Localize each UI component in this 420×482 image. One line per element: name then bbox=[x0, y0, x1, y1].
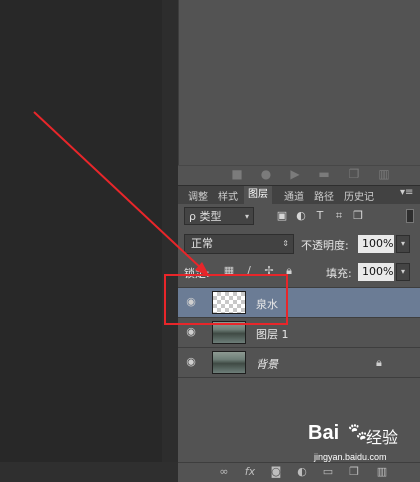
annotation-highlight-box bbox=[164, 274, 288, 325]
watermark-url: jingyan.baidu.com bbox=[314, 452, 387, 462]
watermark-brand-suffix: 经验 bbox=[366, 428, 399, 447]
annotation-arrow bbox=[33, 111, 210, 277]
watermark-brand: Bai bbox=[308, 422, 340, 444]
baidu-watermark: Bai 🐾︎ 经验 jingyan.baidu.com bbox=[300, 418, 418, 480]
